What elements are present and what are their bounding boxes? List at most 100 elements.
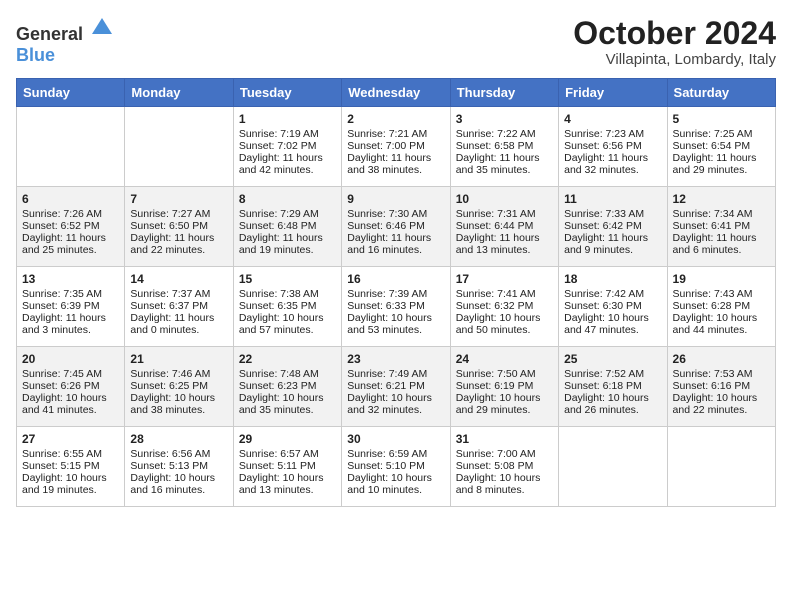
day-number: 14 bbox=[130, 272, 227, 286]
day-info: Sunset: 5:13 PM bbox=[130, 460, 227, 472]
calendar-week-1: 1Sunrise: 7:19 AMSunset: 7:02 PMDaylight… bbox=[17, 107, 776, 187]
day-info: Sunrise: 7:25 AM bbox=[673, 128, 770, 140]
day-info: Daylight: 10 hours and 35 minutes. bbox=[239, 392, 336, 416]
day-number: 2 bbox=[347, 112, 444, 126]
day-info: Sunrise: 7:38 AM bbox=[239, 288, 336, 300]
day-info: Sunset: 6:35 PM bbox=[239, 300, 336, 312]
day-info: Sunset: 6:42 PM bbox=[564, 220, 661, 232]
day-info: Sunrise: 6:57 AM bbox=[239, 448, 336, 460]
day-info: Daylight: 10 hours and 10 minutes. bbox=[347, 472, 444, 496]
day-number: 23 bbox=[347, 352, 444, 366]
day-info: Sunrise: 7:49 AM bbox=[347, 368, 444, 380]
logo-icon bbox=[90, 16, 114, 40]
day-info: Sunset: 6:30 PM bbox=[564, 300, 661, 312]
day-number: 9 bbox=[347, 192, 444, 206]
day-info: Sunrise: 7:41 AM bbox=[456, 288, 553, 300]
day-info: Sunrise: 7:34 AM bbox=[673, 208, 770, 220]
logo-general: General bbox=[16, 24, 83, 44]
day-info: Sunrise: 7:27 AM bbox=[130, 208, 227, 220]
day-info: Sunrise: 7:53 AM bbox=[673, 368, 770, 380]
calendar-cell: 12Sunrise: 7:34 AMSunset: 6:41 PMDayligh… bbox=[667, 187, 775, 267]
day-info: Daylight: 10 hours and 22 minutes. bbox=[673, 392, 770, 416]
day-info: Sunrise: 7:37 AM bbox=[130, 288, 227, 300]
calendar-week-2: 6Sunrise: 7:26 AMSunset: 6:52 PMDaylight… bbox=[17, 187, 776, 267]
day-info: Sunrise: 6:56 AM bbox=[130, 448, 227, 460]
calendar-cell: 30 Sunrise: 6:59 AMSunset: 5:10 PMDayligh… bbox=[342, 427, 450, 507]
day-info: Sunrise: 7:26 AM bbox=[22, 208, 119, 220]
day-info: Sunset: 6:23 PM bbox=[239, 380, 336, 392]
day-number: 10 bbox=[456, 192, 553, 206]
day-number: 21 bbox=[130, 352, 227, 366]
calendar-cell bbox=[125, 107, 233, 187]
calendar-cell: 23Sunrise: 7:49 AMSunset: 6:21 PMDayligh… bbox=[342, 347, 450, 427]
day-info: Sunset: 6:28 PM bbox=[673, 300, 770, 312]
day-info: Sunset: 5:15 PM bbox=[22, 460, 119, 472]
day-info: Sunrise: 7:46 AM bbox=[130, 368, 227, 380]
calendar-cell: 10Sunrise: 7:31 AMSunset: 6:44 PMDayligh… bbox=[450, 187, 558, 267]
day-number: 31 bbox=[456, 432, 553, 446]
day-info: Daylight: 10 hours and 50 minutes. bbox=[456, 312, 553, 336]
calendar-cell: 16Sunrise: 7:39 AMSunset: 6:33 PMDayligh… bbox=[342, 267, 450, 347]
day-number: 12 bbox=[673, 192, 770, 206]
day-info: Sunset: 5:10 PM bbox=[347, 460, 444, 472]
calendar-cell: 28Sunrise: 6:56 AMSunset: 5:13 PMDayligh… bbox=[125, 427, 233, 507]
day-info: Daylight: 10 hours and 26 minutes. bbox=[564, 392, 661, 416]
day-info: Sunrise: 7:29 AM bbox=[239, 208, 336, 220]
calendar-cell: 4 Sunrise: 7:23 AMSunset: 6:56 PMDaylight… bbox=[559, 107, 667, 187]
day-number: 25 bbox=[564, 352, 661, 366]
day-number: 7 bbox=[130, 192, 227, 206]
day-info: Sunrise: 6:59 AM bbox=[347, 448, 444, 460]
day-number: 26 bbox=[673, 352, 770, 366]
calendar-cell bbox=[17, 107, 125, 187]
calendar-cell: 2Sunrise: 7:21 AMSunset: 7:00 PMDaylight… bbox=[342, 107, 450, 187]
day-number: 16 bbox=[347, 272, 444, 286]
day-info: Daylight: 10 hours and 57 minutes. bbox=[239, 312, 336, 336]
page-title: October 2024 bbox=[573, 16, 776, 51]
calendar-cell: 19Sunrise: 7:43 AMSunset: 6:28 PMDayligh… bbox=[667, 267, 775, 347]
page-header: General Blue October 2024 Villapinta, Lo… bbox=[16, 16, 776, 68]
day-info: Daylight: 10 hours and 53 minutes. bbox=[347, 312, 444, 336]
day-info: Sunset: 6:39 PM bbox=[22, 300, 119, 312]
day-number: 11 bbox=[564, 192, 661, 206]
calendar-cell: 31 Sunrise: 7:00 AMSunset: 5:08 PMDayligh… bbox=[450, 427, 558, 507]
day-info: Daylight: 11 hours and 13 minutes. bbox=[456, 232, 553, 256]
day-number: 4 bbox=[564, 112, 661, 126]
calendar-cell: 7Sunrise: 7:27 AMSunset: 6:50 PMDaylight… bbox=[125, 187, 233, 267]
calendar-cell: 22Sunrise: 7:48 AMSunset: 6:23 PMDayligh… bbox=[233, 347, 341, 427]
day-number: 24 bbox=[456, 352, 553, 366]
day-number: 28 bbox=[130, 432, 227, 446]
calendar-cell: 20Sunrise: 7:45 AMSunset: 6:26 PMDayligh… bbox=[17, 347, 125, 427]
day-info: Sunset: 5:08 PM bbox=[456, 460, 553, 472]
calendar-header: SundayMondayTuesdayWednesdayThursdayFrid… bbox=[17, 79, 776, 107]
day-info: Sunset: 6:56 PM bbox=[564, 140, 661, 152]
day-info: Daylight: 11 hours and 22 minutes. bbox=[130, 232, 227, 256]
weekday-header-sunday: Sunday bbox=[17, 79, 125, 107]
day-info: Sunset: 6:41 PM bbox=[673, 220, 770, 232]
day-info: Daylight: 10 hours and 29 minutes. bbox=[456, 392, 553, 416]
day-info: Daylight: 10 hours and 8 minutes. bbox=[456, 472, 553, 496]
calendar-cell: 26Sunrise: 7:53 AMSunset: 6:16 PMDayligh… bbox=[667, 347, 775, 427]
day-info: Sunrise: 7:00 AM bbox=[456, 448, 553, 460]
day-info: Daylight: 11 hours and 16 minutes. bbox=[347, 232, 444, 256]
day-number: 19 bbox=[673, 272, 770, 286]
day-info: Daylight: 10 hours and 13 minutes. bbox=[239, 472, 336, 496]
day-info: Sunset: 7:02 PM bbox=[239, 140, 336, 152]
calendar-cell: 24Sunrise: 7:50 AMSunset: 6:19 PMDayligh… bbox=[450, 347, 558, 427]
calendar-cell: 5Sunrise: 7:25 AMSunset: 6:54 PMDaylight… bbox=[667, 107, 775, 187]
calendar-cell: 3Sunrise: 7:22 AMSunset: 6:58 PMDaylight… bbox=[450, 107, 558, 187]
day-info: Sunset: 6:25 PM bbox=[130, 380, 227, 392]
day-number: 30 bbox=[347, 432, 444, 446]
day-info: Daylight: 10 hours and 38 minutes. bbox=[130, 392, 227, 416]
day-info: Daylight: 11 hours and 32 minutes. bbox=[564, 152, 661, 176]
day-info: Sunrise: 7:23 AM bbox=[564, 128, 661, 140]
day-info: Daylight: 11 hours and 35 minutes. bbox=[456, 152, 553, 176]
calendar-cell: 13Sunrise: 7:35 AMSunset: 6:39 PMDayligh… bbox=[17, 267, 125, 347]
logo: General Blue bbox=[16, 16, 114, 66]
weekday-header-monday: Monday bbox=[125, 79, 233, 107]
day-number: 6 bbox=[22, 192, 119, 206]
day-info: Sunset: 6:18 PM bbox=[564, 380, 661, 392]
day-info: Sunset: 6:54 PM bbox=[673, 140, 770, 152]
weekday-header-thursday: Thursday bbox=[450, 79, 558, 107]
day-info: Sunrise: 7:19 AM bbox=[239, 128, 336, 140]
day-info: Sunrise: 7:31 AM bbox=[456, 208, 553, 220]
